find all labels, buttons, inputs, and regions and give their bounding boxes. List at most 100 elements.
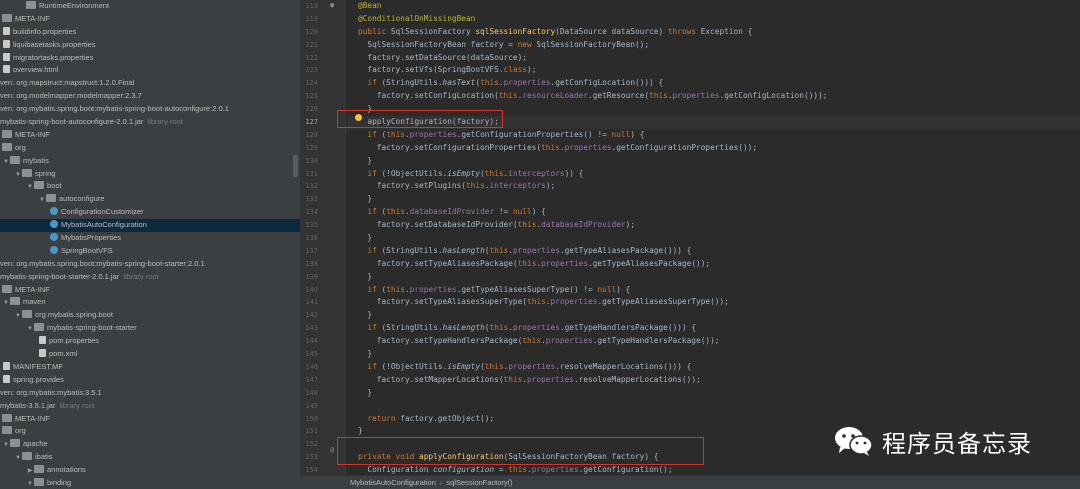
tree-item-label: migratortasks.properties xyxy=(13,52,94,62)
tree-item[interactable]: ▼ maven xyxy=(0,296,300,309)
tree-item[interactable]: ▼ mybatis xyxy=(0,155,300,168)
code-token: } xyxy=(358,349,373,359)
tree-item[interactable]: ven: org.mybatis.spring.boot:mybatis-spr… xyxy=(0,103,300,116)
code-line[interactable]: factory.setMapperLocations(this.properti… xyxy=(347,374,1080,387)
code-line[interactable]: factory.setConfigurationProperties(this.… xyxy=(347,142,1080,155)
expand-arrow-icon[interactable]: ▼ xyxy=(26,478,34,489)
code-line[interactable]: if (StringUtils.hasLength(this.propertie… xyxy=(347,245,1080,258)
tree-item[interactable]: ▼ autoconfigure xyxy=(0,193,300,206)
code-line[interactable] xyxy=(347,400,1080,413)
tree-item[interactable]: overview.html xyxy=(0,64,300,77)
tree-item-label: spring xyxy=(35,168,56,178)
tree-item[interactable]: META-INF xyxy=(0,13,300,26)
code-line[interactable]: if (StringUtils.hasText(this.properties.… xyxy=(347,77,1080,90)
tree-item[interactable]: ▼ apache xyxy=(0,438,300,451)
line-number: 143 xyxy=(305,324,318,333)
tree-item[interactable]: ▼ mybatis-spring-boot-starter xyxy=(0,322,300,335)
code-line[interactable]: SqlSessionFactoryBean factory = new SqlS… xyxy=(347,39,1080,52)
tree-item[interactable]: mybatis-3.5.1.jar library root xyxy=(0,400,300,413)
line-number: 132 xyxy=(305,182,318,191)
code-token: this xyxy=(508,465,528,475)
code-line[interactable]: if (!ObjectUtils.isEmpty(this.properties… xyxy=(347,361,1080,374)
code-line[interactable]: } xyxy=(347,309,1080,322)
tree-item-label: SpringBootVFS xyxy=(61,245,113,255)
tree-item[interactable]: META-INF xyxy=(0,129,300,142)
code-line[interactable]: if (!ObjectUtils.isEmpty(this.intercepto… xyxy=(347,168,1080,181)
code-token: this xyxy=(503,374,523,384)
breadcrumb-item-class[interactable]: MybatisAutoConfiguration xyxy=(350,478,436,487)
tree-item[interactable]: ▼ binding xyxy=(0,477,300,489)
code-line[interactable]: public SqlSessionFactory sqlSessionFacto… xyxy=(347,26,1080,39)
code-token: this xyxy=(489,245,509,255)
code-line[interactable]: factory.setTypeAliasesPackage(this.prope… xyxy=(347,258,1080,271)
tree-item[interactable]: buildinfo.properties xyxy=(0,26,300,39)
bean-gutter-icon[interactable]: ● xyxy=(330,1,334,9)
code-line[interactable]: factory.setTypeHandlersPackage(this.prop… xyxy=(347,335,1080,348)
code-line[interactable]: factory.setPlugins(this.interceptors); xyxy=(347,180,1080,193)
tree-item[interactable]: org xyxy=(0,142,300,155)
tree-item-label: META-INF xyxy=(15,413,50,423)
tree-item[interactable]: ▼ ibatis xyxy=(0,451,300,464)
tree-item[interactable]: ▶ annotations xyxy=(0,464,300,477)
tree-item[interactable]: org xyxy=(0,425,300,438)
tree-item[interactable]: RuntimeEnvironment xyxy=(0,0,300,13)
code-line[interactable]: factory.setVfs(SpringBootVFS.class); xyxy=(347,64,1080,77)
code-line[interactable]: if (StringUtils.hasLength(this.propertie… xyxy=(347,322,1080,335)
code-token: null xyxy=(597,284,617,294)
code-token: properties xyxy=(508,361,556,371)
line-number: 135 xyxy=(305,221,318,230)
code-token: SqlSessionFactory xyxy=(390,26,476,36)
tree-item[interactable]: pom.properties xyxy=(0,335,300,348)
tree-item[interactable]: pom.xml xyxy=(0,348,300,361)
code-line[interactable]: @ConditionalOnMissingBean xyxy=(347,13,1080,26)
tree-item[interactable]: migratortasks.properties xyxy=(0,52,300,65)
tree-item[interactable]: ven: org.mybatis.spring.boot:mybatis-spr… xyxy=(0,258,300,271)
file-icon xyxy=(39,349,46,358)
code-line[interactable]: } xyxy=(347,348,1080,361)
code-line[interactable]: if (this.properties.getConfigurationProp… xyxy=(347,129,1080,142)
code-line[interactable]: Configuration configuration = this.prope… xyxy=(347,464,1080,475)
code-editor[interactable]: @Bean @ConditionalOnMissingBean public Sql… xyxy=(347,0,1080,475)
code-line[interactable]: } xyxy=(347,271,1080,284)
code-line[interactable]: } xyxy=(347,387,1080,400)
code-token: this xyxy=(484,361,504,371)
tree-item[interactable]: MANIFEST.MF xyxy=(0,361,300,374)
code-line[interactable]: factory.setConfigLocation(this.resourceL… xyxy=(347,90,1080,103)
project-tree[interactable]: RuntimeEnvironment META-INF buildinfo.prop… xyxy=(0,0,300,489)
code-line[interactable]: } xyxy=(347,232,1080,245)
tree-item[interactable]: ven: org.mapstruct:mapstruct:1.2.0.Final xyxy=(0,77,300,90)
tree-item[interactable]: MybatisAutoConfiguration xyxy=(0,219,300,233)
tree-item[interactable]: mybatis-spring-boot-starter-2.0.1.jar lib… xyxy=(0,271,300,284)
tree-item[interactable]: ▼ org.mybatis.spring.boot xyxy=(0,309,300,322)
project-tree-scrollbar[interactable] xyxy=(293,155,298,177)
code-token: if xyxy=(367,168,382,178)
tree-item-label: mybatis-spring-boot-autoconfigure-2.0.1.… xyxy=(0,117,144,127)
code-line[interactable]: @Bean xyxy=(347,0,1080,13)
tree-item[interactable]: META-INF xyxy=(0,284,300,297)
tree-item[interactable]: mybatis-spring-boot-autoconfigure-2.0.1.… xyxy=(0,116,300,129)
breadcrumb-separator-icon: › xyxy=(439,478,443,487)
tree-item[interactable]: ven: org.modelmapper:modelmapper:2.3.7 xyxy=(0,90,300,103)
code-line[interactable]: factory.setDatabaseIdProvider(this.datab… xyxy=(347,219,1080,232)
tree-item[interactable]: spring.provides xyxy=(0,374,300,387)
pkg-icon xyxy=(34,477,44,486)
code-line[interactable]: } xyxy=(347,193,1080,206)
override-gutter-icon[interactable]: @ xyxy=(330,446,334,454)
tree-item-label: MybatisProperties xyxy=(61,233,122,243)
breadcrumb-item-method[interactable]: sqlSessionFactory() xyxy=(446,478,512,487)
code-token: (DataSource dataSource) xyxy=(555,26,668,36)
code-line[interactable]: } xyxy=(347,155,1080,168)
tree-item[interactable]: ▼ boot xyxy=(0,180,300,193)
tree-item[interactable]: SpringBootVFS xyxy=(0,245,300,258)
code-line[interactable]: if (this.databaseIdProvider != null) { xyxy=(347,206,1080,219)
tree-item[interactable]: MybatisProperties xyxy=(0,232,300,245)
tree-item[interactable]: META-INF xyxy=(0,413,300,426)
tree-item[interactable]: liquibasetasks.properties xyxy=(0,39,300,52)
tree-item[interactable]: ConfigurationCustomizer xyxy=(0,206,300,219)
code-line[interactable]: factory.setTypeAliasesSuperType(this.pro… xyxy=(347,296,1080,309)
tree-item[interactable]: ven: org.mybatis:mybatis:3.5.1 xyxy=(0,387,300,400)
code-line[interactable]: factory.setDataSource(dataSource); xyxy=(347,52,1080,65)
tree-item[interactable]: ▼ spring xyxy=(0,168,300,181)
code-line[interactable]: if (this.properties.getTypeAliasesSuperT… xyxy=(347,284,1080,297)
